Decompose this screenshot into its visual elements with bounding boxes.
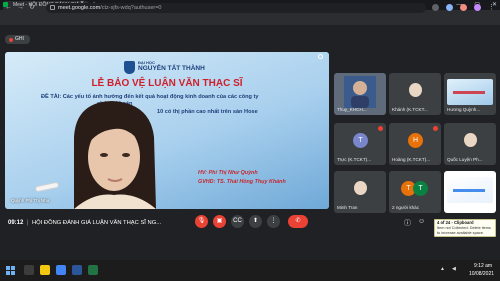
clock-time[interactable]: 9:12 am [474, 263, 492, 269]
toast-body: to increase available space. [437, 231, 484, 235]
pin-icon[interactable] [318, 54, 323, 59]
file-explorer-icon[interactable] [40, 265, 50, 275]
participant-name: Thuy_KHCH... [337, 107, 367, 112]
reload-icon[interactable]: ↻ [29, 3, 35, 12]
participant-avatar [354, 181, 367, 195]
slide-advisor: GVHD: TS. Thái Hồng Thụy Khánh [198, 179, 286, 185]
participant-tile[interactable]: Hương Quỳnh... [444, 73, 496, 115]
participant-tile[interactable]: H Hoàng (K.TCKT)... [389, 123, 441, 165]
chrome-icon[interactable] [56, 265, 66, 275]
network-icon[interactable]: ▲ [440, 266, 445, 272]
url-host: meet.google.com [58, 5, 101, 11]
participant-name: Hương Quỳnh... [447, 107, 481, 112]
toast-title: 4 of 24 - Clipboard [437, 220, 474, 225]
present-button[interactable]: ⬆ [249, 215, 262, 228]
search-icon[interactable] [24, 265, 34, 275]
volume-icon[interactable]: ◀ [452, 266, 456, 272]
university-name: NGUYỄN TẤT THÀNH [138, 65, 205, 72]
participant-tile[interactable]: Thuy_KHCH... [334, 73, 386, 115]
forward-icon[interactable]: → [17, 3, 24, 12]
recording-dot-icon [9, 38, 13, 42]
participant-avatar [464, 133, 477, 147]
extension-icon[interactable] [446, 4, 453, 11]
more-options-button[interactable]: ⋮ [267, 215, 280, 228]
people-icon[interactable]: ☺ [418, 218, 425, 225]
participant-video [344, 76, 376, 108]
url-path: /ctz-sjfs-wdq?authuser=0 [100, 5, 162, 11]
separator: | [27, 220, 29, 226]
participant-name: Minh Tran [337, 205, 358, 210]
mic-off-icon [378, 126, 383, 131]
participant-avatar: T [353, 133, 368, 148]
browser-menu-icon[interactable]: ⋮ [488, 3, 495, 12]
mic-off-icon [433, 126, 438, 131]
participant-name: Trực (K.TCKT)... [337, 157, 372, 162]
word-icon[interactable] [72, 265, 82, 275]
participant-name: Khánh (K.TCKT... [392, 107, 428, 112]
lock-icon[interactable] [50, 5, 55, 10]
participant-tile[interactable]: Khánh (K.TCKT... [389, 73, 441, 115]
recording-label: GHI [15, 36, 24, 42]
excel-icon[interactable] [88, 265, 98, 275]
meeting-time: 09:12 [8, 220, 24, 226]
back-icon[interactable]: ← [5, 3, 12, 12]
extension-icon[interactable] [460, 4, 467, 11]
presenter-video [74, 101, 156, 209]
slide-title: LỄ BẢO VỆ LUẬN VĂN THẠC SĨ [91, 78, 243, 89]
camera-toggle-button[interactable]: ▣ [213, 215, 226, 228]
meeting-title: HỘI ĐỒNG ĐÁNH GIÁ LUẬN VĂN THẠC SĨ NG... [32, 220, 162, 226]
participant-avatar: H [408, 133, 423, 148]
info-icon[interactable]: ⓘ [404, 218, 411, 228]
slide-topic-line: 10 có thị phần cao nhất trên sàn Hose [157, 109, 258, 115]
captions-button[interactable]: CC [231, 215, 244, 228]
end-call-button[interactable]: ✆ [288, 215, 308, 228]
participant-tile[interactable]: Quốc Luyện Ph... [444, 123, 496, 165]
participant-tile[interactable]: Minh Tran [334, 171, 386, 213]
presenter-name-label: Quỳnh Phí Thị Như [11, 198, 50, 203]
university-logo [124, 61, 135, 74]
toast-body: Item not Collected: Delete items [437, 226, 491, 230]
url-input[interactable]: meet.google.com/ctz-sjfs-wdq?authuser=0 [46, 3, 426, 13]
participant-name: Quốc Luyện Ph... [447, 157, 483, 162]
shared-slide-thumbnail [447, 177, 493, 203]
participant-tile[interactable] [444, 171, 496, 213]
participant-avatar [409, 83, 422, 97]
others-tile[interactable]: T T 2 người khác [389, 171, 441, 213]
windows-start-icon[interactable] [6, 266, 15, 275]
slide-student: HV: Phí Thị Như Quỳnh [198, 170, 258, 176]
profile-avatar[interactable] [474, 4, 481, 11]
others-label: 2 người khác [392, 205, 420, 210]
presentation-stage: ĐẠI HỌC NGUYỄN TẤT THÀNH LỄ BẢO VỆ LUẬN … [5, 52, 329, 209]
clock-date[interactable]: 10/08/2021 [469, 271, 494, 277]
bookmark-star-icon[interactable] [432, 4, 439, 11]
shared-slide-thumbnail [447, 79, 493, 105]
participant-tile[interactable]: T Trực (K.TCKT)... [334, 123, 386, 165]
mic-toggle-button[interactable]: 🎙 [195, 215, 208, 228]
participant-name: Hoàng (K.TCKT)... [392, 157, 431, 162]
participant-avatar: T [413, 181, 428, 196]
